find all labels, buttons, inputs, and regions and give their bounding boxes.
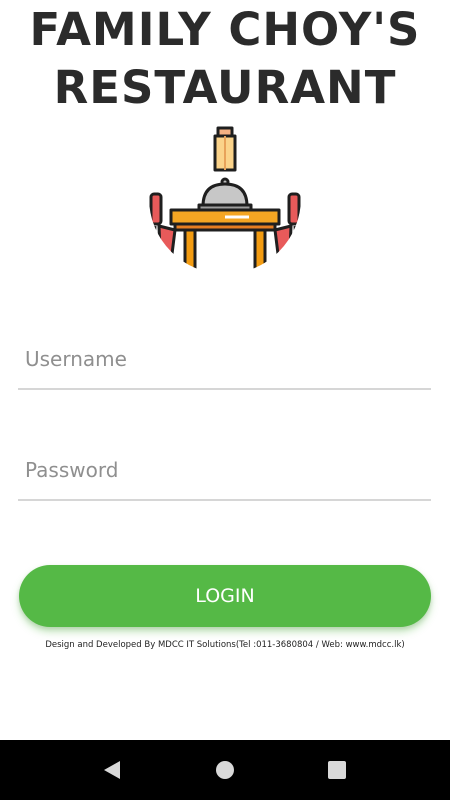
back-triangle-icon [104, 761, 120, 779]
home-button[interactable] [195, 740, 255, 800]
credits-text: Design and Developed By MDCC IT Solution… [45, 640, 405, 650]
system-navigation-bar [0, 740, 450, 800]
recents-square-icon [328, 761, 346, 779]
login-button[interactable]: LOGIN [19, 565, 431, 627]
home-circle-icon [216, 761, 234, 779]
back-button[interactable] [82, 740, 142, 800]
app-title-line1: FAMILY CHOY'S [29, 3, 421, 56]
restaurant-table-icon [149, 126, 301, 274]
password-field[interactable] [18, 441, 431, 501]
recents-button[interactable] [307, 740, 367, 800]
username-field[interactable] [18, 330, 431, 390]
app-title-line2: RESTAURANT [53, 61, 397, 114]
